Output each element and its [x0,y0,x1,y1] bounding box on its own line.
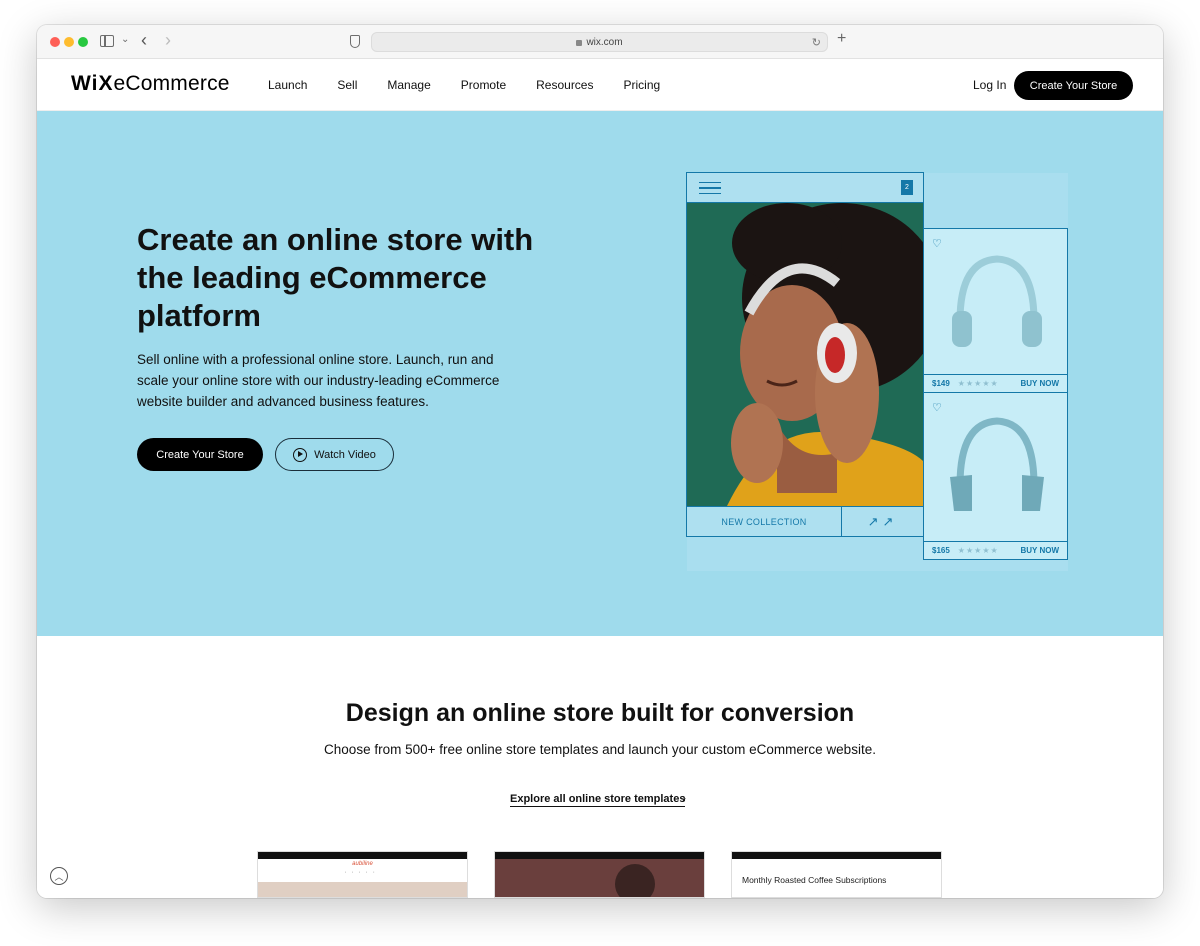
product-price: $165 [932,546,950,555]
hero-title: Create an online store with the leading … [137,222,534,333]
nav-launch[interactable]: Launch [268,78,307,92]
template-window-bar [258,852,467,865]
nav-resources[interactable]: Resources [536,78,593,92]
site-header: WiXeCommerce Launch Sell Manage Promote … [37,59,1163,111]
minimize-window-button[interactable] [64,37,74,47]
play-icon [293,447,308,462]
rating-stars: ★★★★★ [957,379,999,388]
explore-templates-link[interactable]: Explore all online store templates [510,793,686,807]
browser-window: ⌄ ‹ › wix.com ↻ + WiXeCommerce Launch Se… [37,25,1163,898]
template-hero-image [258,882,467,897]
watch-video-label: Watch Video [314,448,376,461]
forward-arrow-icon[interactable]: › [165,30,171,51]
chevron-right-icon[interactable]: › [682,791,686,805]
section-title: Design an online store built for convers… [345,699,855,727]
headphones-product-image [952,255,1042,347]
watch-video-button[interactable]: Watch Video [275,438,394,471]
privacy-shield-icon[interactable] [350,35,360,48]
nav-manage[interactable]: Manage [387,78,430,92]
expand-arrows-icon: ↗↗ [867,513,898,529]
shopping-bag-icon: 2 [901,180,913,195]
template-window-bar [732,852,941,865]
hero-subtitle: Sell online with a professional online s… [137,352,500,409]
main-nav: Launch Sell Manage Promote Resources Pri… [268,78,690,92]
nav-pricing[interactable]: Pricing [623,78,660,92]
login-link[interactable]: Log In [973,78,1006,92]
hamburger-menu-icon [699,182,721,194]
product-card: ♡ $149 ★★★★★ BUY NOW [923,228,1068,393]
product-price: $149 [932,379,950,388]
address-bar[interactable]: wix.com ↻ [371,32,828,52]
hero-section: Create an online store with the leading … [37,111,1163,636]
model-illustration [687,203,923,506]
template-thumbnail[interactable]: aubiline ▪▪▪▪▪ [257,851,468,898]
wix-ecommerce-logo[interactable]: WiXeCommerce [71,72,230,96]
product-card-footer: $165 ★★★★★ BUY NOW [924,541,1067,559]
browser-toolbar: ⌄ ‹ › wix.com ↻ + [37,25,1163,59]
zoom-window-button[interactable] [78,37,88,47]
buy-now-link: BUY NOW [1020,379,1059,388]
mockup-bottom-bar: NEW COLLECTION ↗↗ [687,506,923,536]
create-store-header-button[interactable]: Create Your Store [1014,71,1133,100]
chevron-down-icon[interactable]: ⌄ [121,34,129,45]
template-window-bar [495,852,704,865]
template-thumbnail[interactable]: Monthly Roasted Coffee Subscriptions [731,851,942,898]
nav-sell[interactable]: Sell [337,78,357,92]
close-window-button[interactable] [50,37,60,47]
template-menu: ▪▪▪▪▪ [344,870,381,874]
reload-icon[interactable]: ↻ [812,36,821,49]
url-text: wix.com [586,36,623,48]
logo-product: eCommerce [113,72,230,95]
create-store-button[interactable]: Create Your Store [137,438,263,471]
web-page: WiXeCommerce Launch Sell Manage Promote … [37,59,1163,898]
template-thumbnail[interactable] [494,851,705,898]
rating-stars: ★★★★★ [957,546,999,555]
new-collection-label: NEW COLLECTION [687,507,842,536]
headphones-product-image [950,417,1044,511]
logo-wix: WiX [71,72,114,95]
scroll-to-top-icon[interactable]: ︿ [50,867,68,885]
back-arrow-icon[interactable]: ‹ [141,30,147,51]
template-headline: Monthly Roasted Coffee Subscriptions [742,875,887,885]
sidebar-toggle-icon[interactable] [100,35,114,47]
product-card-footer: $149 ★★★★★ BUY NOW [924,374,1067,392]
nav-promote[interactable]: Promote [461,78,506,92]
template-hero-image [495,859,704,897]
template-brand: aubiline [352,861,373,867]
buy-now-link: BUY NOW [1020,546,1059,555]
mockup-topbar: 2 [687,173,923,203]
product-card: ♡ $165 ★★★★★ BUY NOW [923,393,1068,560]
store-mockup-phone: 2 NEW COLLECTION ↗↗ [686,172,924,537]
template-portrait [615,864,655,897]
new-tab-icon[interactable]: + [837,30,846,48]
section-subtitle: Choose from 500+ free online store templ… [324,742,876,757]
lock-icon [576,40,583,46]
model-with-headphones-photo [687,203,923,506]
